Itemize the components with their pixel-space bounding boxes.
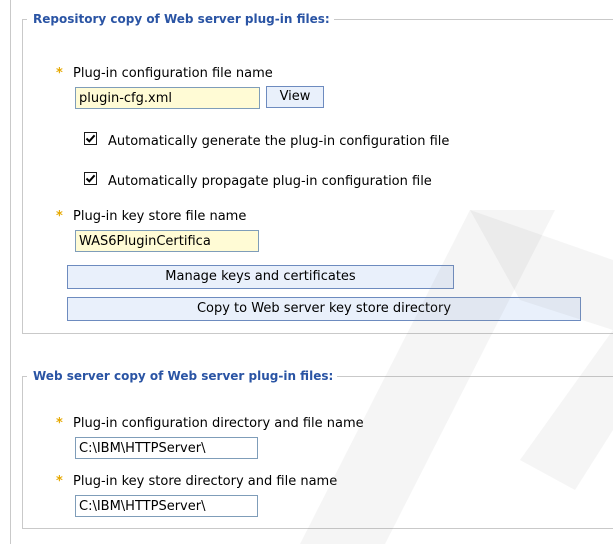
repository-section-legend: Repository copy of Web server plug-in fi… [33,12,330,26]
config-dir-label: Plug-in configuration directory and file… [73,416,364,431]
config-dir-input[interactable] [75,437,258,459]
auto-generate-label: Automatically generate the plug-in confi… [108,134,450,149]
checkmark-icon [85,174,96,183]
required-star-icon: * [56,209,63,224]
manage-keys-button[interactable]: Manage keys and certificates [67,265,454,289]
required-star-icon: * [56,474,63,489]
config-file-input[interactable] [75,87,260,109]
keystore-dir-label: Plug-in key store directory and file nam… [73,474,338,489]
webserver-section-legend: Web server copy of Web server plug-in fi… [33,369,334,383]
checkmark-icon [85,134,96,143]
keystore-file-input[interactable] [75,230,259,252]
keystore-file-label: Plug-in key store file name [73,209,247,224]
config-file-label: Plug-in configuration file name [73,66,273,81]
auto-generate-checkbox[interactable] [84,132,97,145]
required-star-icon: * [56,66,63,81]
required-star-icon: * [56,416,63,431]
keystore-dir-input[interactable] [75,495,258,517]
copy-keystore-button[interactable]: Copy to Web server key store directory [67,297,581,321]
view-button[interactable]: View [266,86,324,108]
auto-propagate-checkbox[interactable] [84,172,97,185]
panel-left-border [10,0,11,544]
auto-propagate-label: Automatically propagate plug-in configur… [108,174,432,189]
